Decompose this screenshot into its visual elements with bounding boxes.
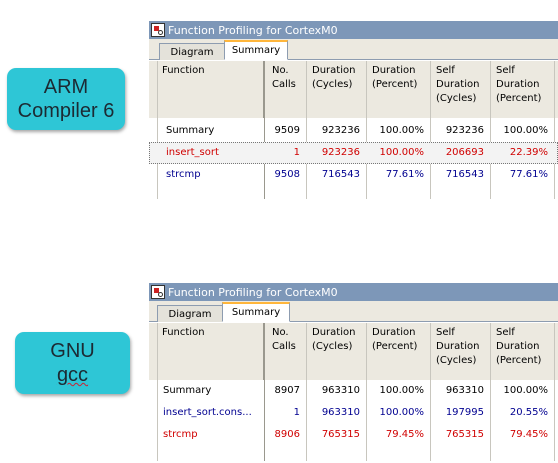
cell-self-percent: 79.45% (509, 429, 548, 440)
tab-summary[interactable]: Summary (222, 302, 290, 322)
cell-function: strcmp (166, 169, 201, 180)
col-header-self-percent[interactable]: Self Duration (Percent) (492, 61, 554, 106)
cell-self-cycles: 206693 (445, 147, 484, 158)
window-title: Function Profiling for CortexM0 (168, 23, 338, 37)
cell-self-cycles: 197995 (445, 407, 484, 418)
badge-line-1: GNU (50, 340, 95, 362)
tab-diagram[interactable]: Diagram (157, 305, 223, 322)
cell-self-cycles: 765315 (445, 429, 484, 440)
cell-calls: 9509 (274, 125, 300, 136)
cell-duration-percent: 100.00% (379, 407, 425, 418)
cell-self-percent: 77.61% (509, 169, 548, 180)
table-row[interactable]: strcmp 8906 765315 79.45% 765315 79.45% (149, 424, 558, 446)
cell-duration-percent: 100.00% (379, 147, 425, 158)
profiling-table: Function No. Calls Duration (Cycles) Durat… (149, 323, 558, 461)
window-titlebar: Function Profiling for CortexM0 (149, 21, 558, 39)
tab-summary[interactable]: Summary (224, 40, 288, 60)
table-header: Function No. Calls Duration (Cycles) Durat… (149, 323, 558, 380)
col-header-calls[interactable]: No. Calls (268, 323, 306, 354)
table-row[interactable]: insert_sort.cons... 1 963310 100.00% 197… (149, 402, 558, 424)
cell-duration-percent: 100.00% (379, 385, 425, 396)
gnu-gcc-badge: GNU gcc (15, 332, 130, 394)
cell-function: Summary (166, 125, 215, 136)
badge-line-1: ARM (43, 76, 89, 98)
col-header-duration-cycles[interactable]: Duration (Cycles) (308, 323, 366, 354)
arm-compiler-badge: ARM Compiler 6 (7, 68, 125, 130)
col-header-function[interactable]: Function (158, 323, 264, 380)
col-header-function[interactable]: Function (158, 61, 264, 118)
col-header-duration-percent[interactable]: Duration (Percent) (368, 61, 430, 92)
cell-function: strcmp (163, 429, 198, 440)
cell-duration-cycles: 963310 (321, 407, 360, 418)
col-header-self-percent[interactable]: Self Duration (Percent) (492, 323, 554, 368)
tab-bar: Diagram Summary (149, 39, 558, 60)
badge-line-2: gcc (56, 364, 89, 386)
cell-duration-cycles: 923236 (321, 147, 360, 158)
col-header-self-cycles[interactable]: Self Duration (Cycles) (432, 323, 490, 368)
cell-function: insert_sort (166, 147, 219, 158)
arm-profiling-window: Function Profiling for CortexM0 Diagram … (149, 21, 558, 199)
cell-self-percent: 100.00% (503, 125, 549, 136)
window-title: Function Profiling for CortexM0 (168, 285, 338, 299)
cell-calls: 9508 (274, 169, 300, 180)
cell-function: insert_sort.cons... (163, 407, 252, 418)
cell-duration-percent: 100.00% (379, 125, 425, 136)
cell-calls: 8906 (274, 429, 300, 440)
table-row[interactable]: strcmp 9508 716543 77.61% 716543 77.61% (149, 164, 558, 186)
tab-diagram[interactable]: Diagram (159, 43, 225, 60)
cell-calls: 8907 (274, 385, 300, 396)
window-titlebar: Function Profiling for CortexM0 (149, 283, 558, 301)
cell-self-cycles: 923236 (445, 125, 484, 136)
cell-self-cycles: 716543 (445, 169, 484, 180)
cell-duration-percent: 79.45% (385, 429, 424, 440)
col-header-duration-cycles[interactable]: Duration (Cycles) (308, 61, 366, 92)
cell-self-percent: 22.39% (509, 147, 548, 158)
table-header: Function No. Calls Duration (Cycles) Durat… (149, 61, 558, 118)
app-icon (151, 23, 165, 37)
gnu-profiling-window: Function Profiling for CortexM0 Diagram … (149, 283, 558, 461)
table-row[interactable]: Summary 8907 963310 100.00% 963310 100.0… (149, 380, 558, 402)
cell-duration-cycles: 923236 (321, 125, 360, 136)
tab-bar: Diagram Summary (149, 301, 558, 322)
col-header-calls[interactable]: No. Calls (268, 61, 306, 92)
badge-line-2: Compiler 6 (17, 100, 115, 122)
table-row[interactable]: insert_sort 1 923236 100.00% 206693 22.3… (149, 142, 558, 164)
app-icon (151, 285, 165, 299)
cell-duration-percent: 77.61% (385, 169, 424, 180)
cell-duration-cycles: 963310 (321, 385, 360, 396)
profiling-table: Function No. Calls Duration (Cycles) Durat… (149, 61, 558, 199)
cell-self-cycles: 963310 (445, 385, 484, 396)
cell-self-percent: 100.00% (503, 385, 549, 396)
cell-duration-cycles: 765315 (321, 429, 360, 440)
table-row[interactable]: Summary 9509 923236 100.00% 923236 100.0… (149, 120, 558, 142)
cell-function: Summary (163, 385, 212, 396)
cell-duration-cycles: 716543 (321, 169, 360, 180)
cell-calls: 1 (293, 407, 300, 418)
col-header-self-cycles[interactable]: Self Duration (Cycles) (432, 61, 490, 106)
cell-calls: 1 (293, 147, 300, 158)
col-header-duration-percent[interactable]: Duration (Percent) (368, 323, 430, 354)
cell-self-percent: 20.55% (509, 407, 548, 418)
